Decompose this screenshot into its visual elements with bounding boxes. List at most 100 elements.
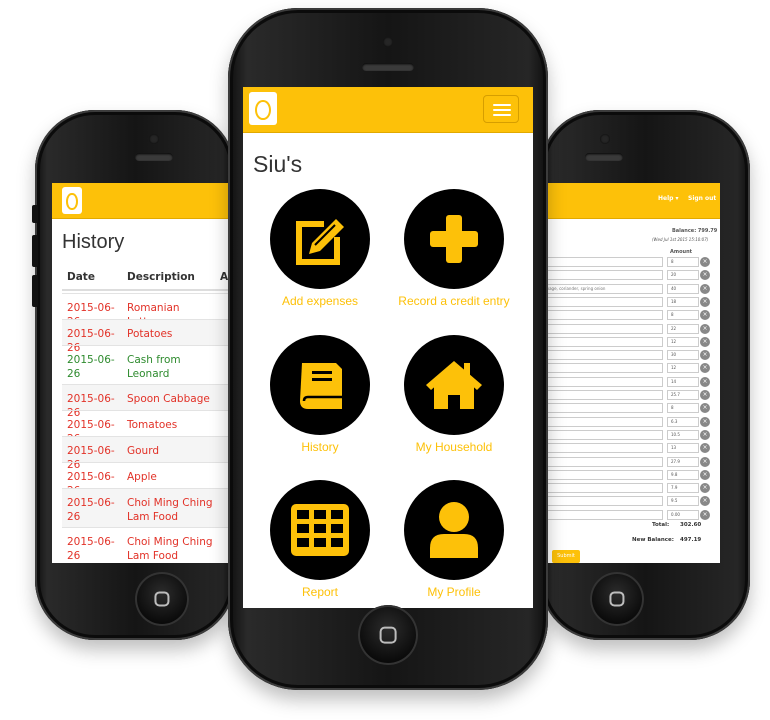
item-amount-input[interactable]: 9.8	[667, 469, 699, 480]
edit-icon	[270, 189, 370, 289]
item-amount-input[interactable]: 27.9	[667, 456, 699, 467]
item-description-input[interactable]	[540, 496, 663, 507]
remove-item-icon[interactable]: ×	[700, 296, 710, 307]
amount-header: Amount	[670, 249, 693, 255]
remove-item-icon[interactable]: ×	[700, 390, 710, 400]
item-description-input[interactable]	[540, 443, 663, 454]
item-amount-input[interactable]: 10.5	[667, 429, 699, 440]
item-description-input[interactable]	[540, 469, 663, 480]
remove-item-icon[interactable]: ×	[700, 336, 710, 347]
remove-item-icon[interactable]: ×	[700, 443, 710, 454]
item-amount-input[interactable]: 8	[667, 403, 699, 414]
mute-switch	[32, 205, 38, 223]
item-amount-input[interactable]: 25.7	[667, 390, 699, 400]
remove-item-icon[interactable]: ×	[700, 283, 710, 294]
item-amount-input[interactable]: 7.9	[667, 483, 699, 494]
home-button[interactable]	[358, 605, 418, 665]
tile-record-credit[interactable]: Record a credit entry	[384, 189, 524, 308]
remove-item-icon[interactable]: ×	[700, 310, 710, 321]
tile-my-profile[interactable]: My Profile	[384, 480, 524, 599]
column-amount: A	[220, 271, 229, 283]
item-description-input[interactable]	[540, 509, 663, 520]
row-date: 2015-06-26	[67, 354, 115, 380]
table-row[interactable]: 2015-06-26Apple	[62, 462, 237, 497]
item-amount-input[interactable]: 9.5	[667, 496, 699, 507]
remove-item-icon[interactable]: ×	[700, 403, 710, 414]
item-amount-input[interactable]: 22	[667, 323, 699, 334]
remove-item-icon[interactable]: ×	[700, 350, 710, 361]
remove-item-icon[interactable]: ×	[700, 363, 710, 374]
app-logo[interactable]	[62, 187, 82, 214]
item-description-input[interactable]	[540, 429, 663, 440]
table-row[interactable]: 2015-06-26 Choi Ming Ching Lam Food	[62, 527, 237, 563]
tile-report[interactable]: Report	[250, 480, 390, 599]
remove-item-icon[interactable]: ×	[700, 270, 710, 281]
table-row[interactable]: 2015-06-26 Gourd	[62, 436, 237, 471]
item-amount-input[interactable]: 8	[667, 310, 699, 321]
item-amount-input[interactable]: 20	[667, 270, 699, 281]
item-description-input[interactable]	[540, 296, 663, 307]
table-row[interactable]: 2015-06-26 Cash from Leonard	[62, 345, 237, 384]
item-description-input[interactable]	[540, 483, 663, 494]
table-row[interactable]: 2015-06-26Tomatoes	[62, 410, 237, 445]
book-icon	[270, 335, 370, 435]
item-description-input[interactable]	[540, 350, 663, 361]
remove-item-icon[interactable]: ×	[700, 323, 710, 334]
item-description-input[interactable]	[540, 416, 663, 427]
item-description-input[interactable]	[540, 376, 663, 387]
item-amount-input[interactable]: 0.00	[667, 509, 699, 520]
item-description-input[interactable]	[540, 323, 663, 334]
item-amount-input[interactable]: 8	[667, 257, 699, 267]
item-description-input[interactable]	[540, 456, 663, 467]
table-row[interactable]: 2015-06-26Romanian Lettuce	[62, 293, 237, 328]
table-row[interactable]: 2015-06-26 Spoon Cabbage	[62, 384, 237, 419]
new-balance-value: 497.19	[680, 537, 702, 543]
app-logo[interactable]	[249, 92, 277, 125]
item-description-input[interactable]	[540, 270, 663, 281]
phone-history: History Date Description A 2015-06-26Rom…	[32, 110, 237, 640]
tile-add-expenses[interactable]: Add expenses	[250, 189, 390, 308]
submit-button[interactable]: Submit	[552, 550, 580, 563]
remove-item-icon[interactable]: ×	[700, 509, 710, 520]
remove-item-icon[interactable]: ×	[700, 483, 710, 494]
table-row[interactable]: 2015-06-26 Choi Ming Ching Lam Food	[62, 488, 237, 527]
remove-item-icon[interactable]: ×	[700, 496, 710, 507]
item-amount-input[interactable]: 6.3	[667, 416, 699, 427]
item-description-input[interactable]	[540, 257, 663, 267]
hamburger-icon[interactable]	[483, 95, 519, 123]
item-amount-input[interactable]: 14	[667, 376, 699, 387]
tile-history[interactable]: History	[250, 335, 390, 454]
remove-item-icon[interactable]: ×	[700, 376, 710, 387]
sign-out-link[interactable]: Sign out	[688, 195, 716, 202]
item-description-input[interactable]	[540, 310, 663, 321]
item-amount-input[interactable]: 12	[667, 336, 699, 347]
item-description-input[interactable]	[540, 363, 663, 374]
remove-item-icon[interactable]: ×	[700, 429, 710, 440]
home-button[interactable]	[135, 572, 189, 626]
item-amount-input[interactable]: 40	[667, 283, 699, 294]
item-amount-input[interactable]: 12	[667, 363, 699, 374]
item-description-input[interactable]	[540, 390, 663, 400]
column-date: Date	[67, 271, 95, 283]
row-date: 2015-06-26	[67, 497, 115, 523]
total-label: Total:	[652, 522, 670, 528]
front-camera	[149, 134, 159, 144]
item-description-input[interactable]	[540, 336, 663, 347]
item-amount-input[interactable]: 30	[667, 350, 699, 361]
remove-item-icon[interactable]: ×	[700, 416, 710, 427]
remove-item-icon[interactable]: ×	[700, 257, 710, 267]
remove-item-icon[interactable]: ×	[700, 456, 710, 467]
table-row[interactable]: 2015-06-26 Potatoes	[62, 319, 237, 354]
item-description-input[interactable]: bbage, coriander, spring onion	[540, 283, 663, 294]
item-description-input[interactable]	[540, 403, 663, 414]
home-button[interactable]	[590, 572, 644, 626]
row-description: Apple	[127, 471, 157, 483]
tile-my-household[interactable]: My Household	[384, 335, 524, 454]
tile-label: Add expenses	[281, 294, 359, 308]
plus-icon	[404, 189, 504, 289]
remove-item-icon[interactable]: ×	[700, 469, 710, 480]
item-amount-input[interactable]: 13	[667, 443, 699, 454]
item-amount-input[interactable]: 18	[667, 296, 699, 307]
front-camera	[383, 37, 393, 47]
help-menu[interactable]: Help ▾	[658, 195, 679, 202]
